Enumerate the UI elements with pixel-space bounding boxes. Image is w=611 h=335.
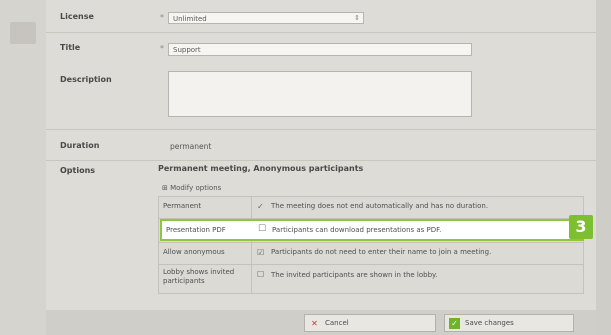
unchecked-checkbox-icon[interactable]: ☐	[258, 224, 266, 234]
license-row: License * Unlimited ⇕	[46, 0, 596, 32]
edit-meeting-form: License * Unlimited ⇕ Title * Support De…	[46, 0, 596, 335]
option-row-allow-anonymous: Allow anonymous ☑ Participants do not ne…	[159, 248, 583, 264]
title-input-value: Support	[173, 46, 201, 54]
duration-value: permanent	[170, 142, 212, 151]
license-required-mark: *	[160, 13, 164, 22]
form-footer: ✕ Cancel ✓ Save changes	[46, 310, 596, 335]
duration-label: Duration	[60, 141, 100, 150]
unchecked-checkbox-icon[interactable]: ☐	[257, 270, 264, 279]
title-input[interactable]: Support	[168, 43, 472, 56]
license-select-value: Unlimited	[173, 15, 207, 23]
highlighted-option-row: Presentation PDF ☐ Participants can down…	[160, 219, 584, 241]
description-textarea[interactable]	[168, 71, 472, 117]
description-row: Description	[46, 63, 596, 129]
license-label: License	[60, 12, 94, 21]
checkmark-icon[interactable]: ✓	[257, 202, 264, 211]
step-number-badge: 3	[569, 215, 593, 239]
option-description: Participants can download presentations …	[272, 226, 442, 234]
cancel-label: Cancel	[325, 319, 349, 327]
duration-row: Duration permanent	[46, 130, 596, 160]
option-description: The meeting does not end automatically a…	[271, 202, 489, 210]
modify-options-label: Modify options	[170, 184, 222, 192]
options-summary: Permanent meeting, Anonymous participant…	[158, 164, 364, 173]
title-required-mark: *	[160, 44, 164, 53]
options-table: Permanent ✓ The meeting does not end aut…	[158, 196, 584, 294]
options-label: Options	[60, 166, 96, 175]
title-row: Title * Support	[46, 33, 596, 63]
save-changes-button[interactable]: ✓ Save changes	[444, 314, 574, 332]
sidebar-tab[interactable]	[10, 22, 36, 44]
cancel-button[interactable]: ✕ Cancel	[304, 314, 436, 332]
expand-icon: ⊞	[162, 184, 171, 192]
divider	[46, 160, 596, 161]
description-label: Description	[60, 75, 112, 84]
option-name: Permanent	[163, 202, 202, 210]
option-row-permanent: Permanent ✓ The meeting does not end aut…	[159, 202, 583, 218]
license-select[interactable]: Unlimited ⇕	[168, 12, 364, 24]
row-divider	[159, 242, 583, 243]
option-name: Presentation PDF	[166, 226, 226, 234]
title-label: Title	[60, 43, 81, 52]
left-sidebar	[0, 0, 46, 335]
option-name: Allow anonymous	[163, 248, 225, 256]
modify-options-link[interactable]: ⊞ Modify options	[162, 184, 221, 192]
option-description: The invited participants are shown in th…	[271, 271, 438, 279]
option-description: Participants do not need to enter their …	[271, 248, 492, 256]
option-row-lobby: Lobby shows invited participants ☐ The i…	[159, 268, 583, 292]
right-gutter	[596, 0, 611, 335]
option-name: Lobby shows invited participants	[163, 268, 235, 285]
checkmark-icon: ✓	[449, 318, 460, 329]
select-arrows-icon: ⇕	[354, 14, 360, 22]
x-icon: ✕	[311, 319, 318, 328]
save-changes-label: Save changes	[465, 319, 514, 327]
row-divider	[159, 264, 583, 265]
checked-checkbox-icon[interactable]: ☑	[257, 248, 264, 257]
